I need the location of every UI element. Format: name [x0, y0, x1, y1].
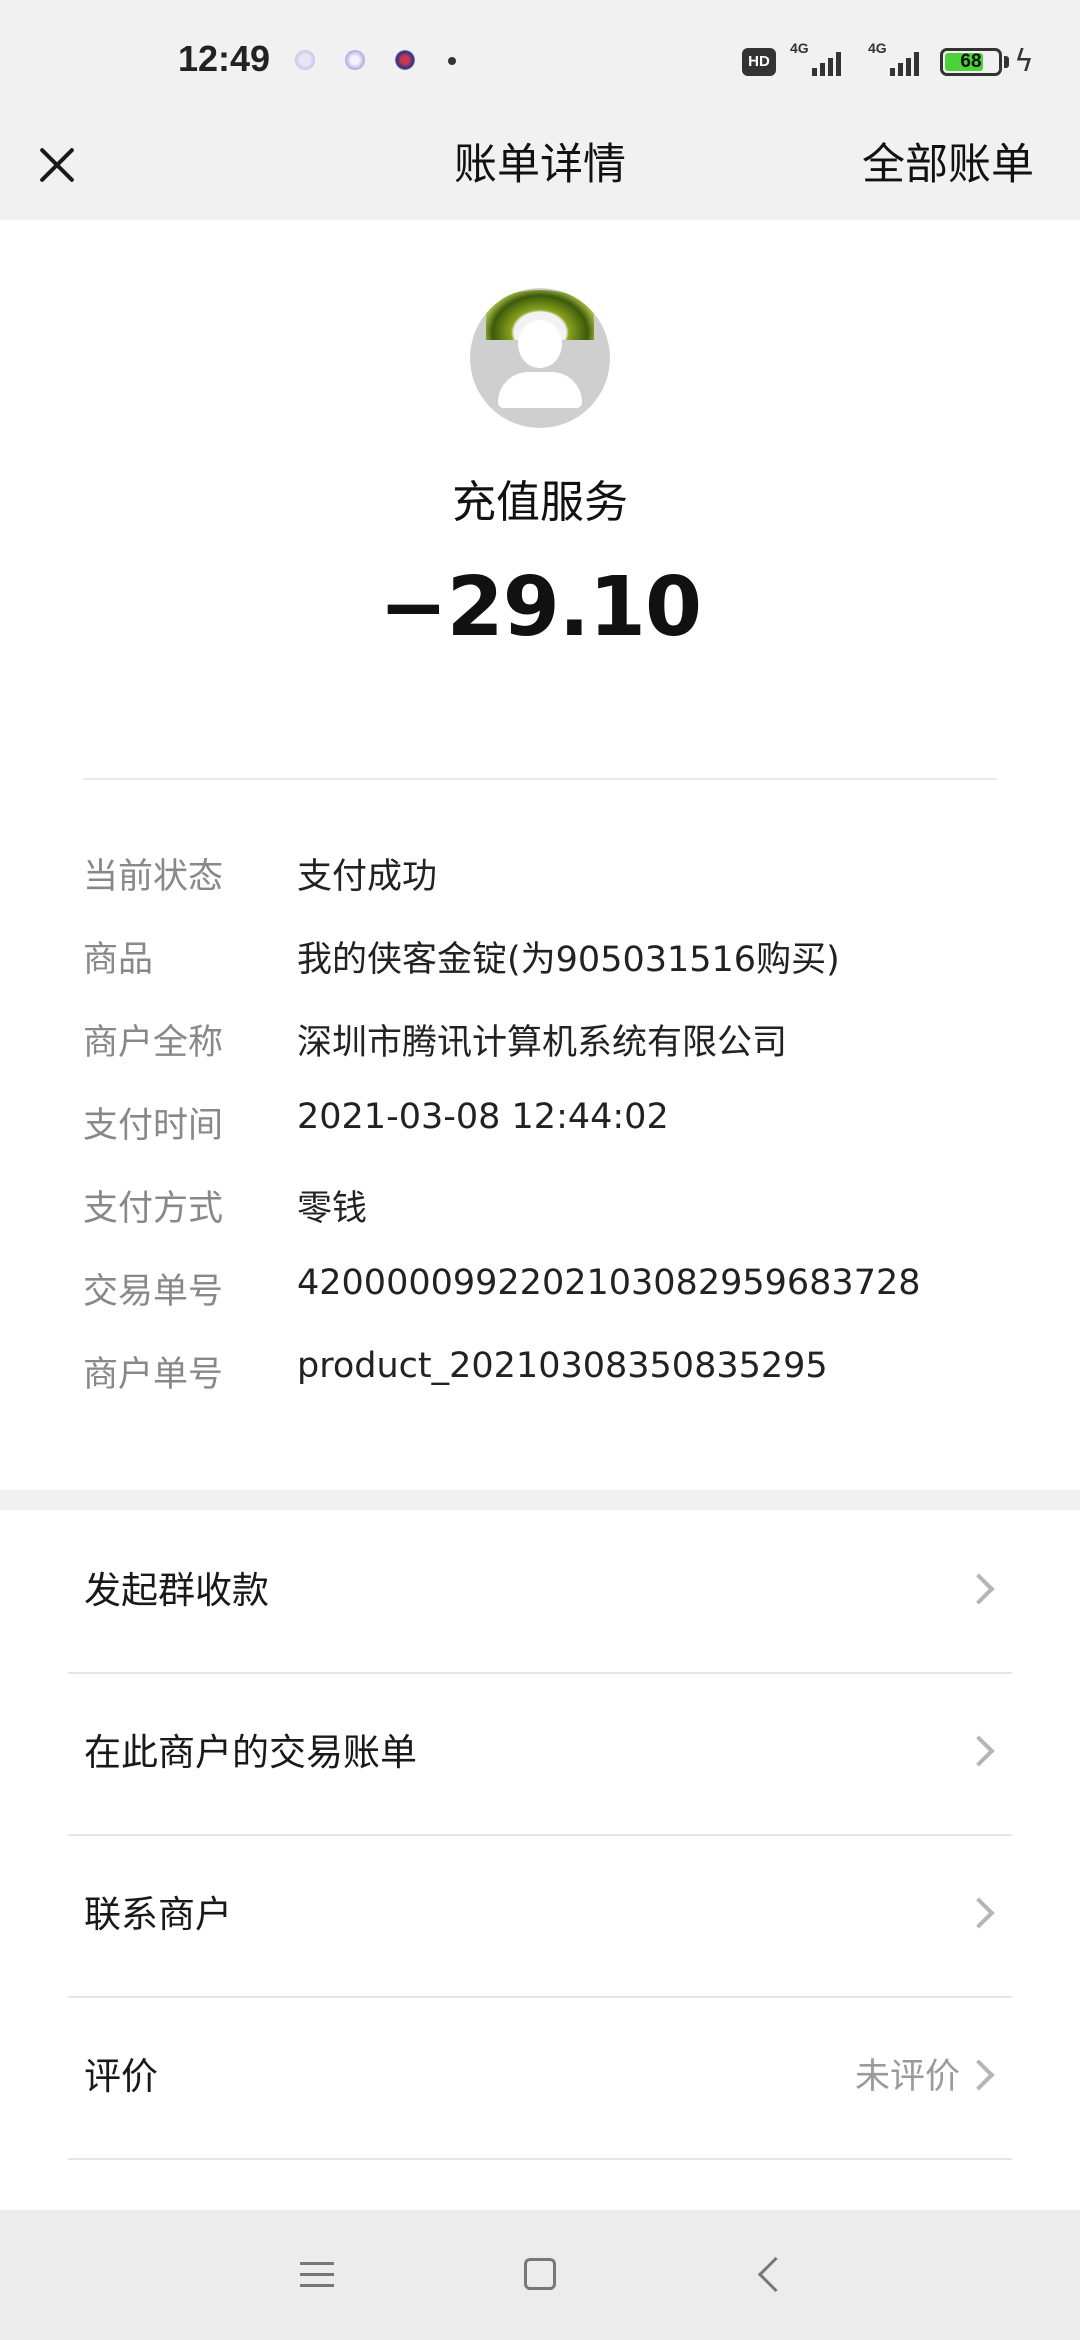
detail-row-transaction-id: 交易单号 4200000992202103082959683728: [83, 1263, 1043, 1323]
detail-row-merchant-order-id: 商户单号 product_20210308350835295: [83, 1346, 1043, 1406]
detail-value: 零钱: [297, 1189, 368, 1229]
nav-bar: 账单详情 全部账单: [0, 125, 1080, 220]
back-icon[interactable]: [757, 2256, 794, 2293]
detail-value: 2021-03-08 12:44:02: [297, 1097, 669, 1137]
merchant-bills-button[interactable]: 在此商户的交易账单: [68, 1672, 1012, 1836]
system-nav-bar: [0, 2210, 1080, 2340]
chevron-right-icon: [963, 1735, 995, 1767]
detail-value[interactable]: product_20210308350835295: [297, 1346, 828, 1386]
detail-label: 支付时间: [83, 1106, 224, 1146]
chevron-right-icon: [963, 1897, 995, 1929]
detail-row-product: 商品 我的侠客金锭(为905031516购买): [83, 931, 1043, 991]
detail-row-merchant-fullname: 商户全称 深圳市腾讯计算机系统有限公司: [83, 1014, 1043, 1074]
detail-label: 交易单号: [83, 1272, 224, 1312]
action-label: 在此商户的交易账单: [84, 1731, 417, 1774]
chevron-right-icon: [963, 1573, 995, 1605]
merchant-avatar: [470, 288, 610, 428]
chevron-right-icon: [963, 2059, 995, 2091]
notification-icon: [295, 50, 315, 70]
status-time: 12:49: [178, 38, 271, 79]
signal-icon: 4G: [868, 40, 924, 80]
contact-merchant-button[interactable]: 联系商户: [68, 1834, 1012, 1998]
all-bills-button[interactable]: 全部账单: [862, 130, 1034, 192]
detail-label: 商品: [83, 940, 154, 980]
divider: [83, 778, 997, 780]
detail-value[interactable]: 4200000992202103082959683728: [297, 1263, 921, 1303]
rating-status: 未评价: [854, 2057, 960, 2097]
signal-icon: 4G: [790, 40, 846, 80]
rate-button[interactable]: 评价 未评价: [68, 1996, 1012, 2160]
detail-value: 我的侠客金锭(为905031516购买): [297, 940, 840, 980]
network-type: 4G: [790, 40, 809, 56]
merchant-name: 充值服务: [452, 477, 628, 528]
charging-icon: ϟ: [1014, 44, 1034, 79]
battery-icon: 68: [940, 48, 1002, 76]
detail-value: 深圳市腾讯计算机系统有限公司: [297, 1023, 788, 1063]
detail-label: 商户单号: [83, 1355, 224, 1395]
status-bar: 12:49 HD 4G 4G 68 ϟ: [0, 0, 1080, 125]
detail-row-pay-method: 支付方式 零钱: [83, 1180, 1043, 1240]
actions-list: 发起群收款 在此商户的交易账单 联系商户 评价 未评价: [0, 1510, 1080, 2210]
bill-amount: −29.10: [378, 560, 702, 655]
detail-label: 商户全称: [83, 1023, 224, 1063]
notification-icon: [345, 50, 365, 70]
detail-value: 支付成功: [297, 857, 438, 897]
battery-level: 68: [960, 51, 982, 72]
more-notifications-dot: [448, 57, 456, 65]
network-type: 4G: [868, 40, 887, 56]
detail-label: 当前状态: [83, 857, 224, 897]
hd-badge: HD: [742, 48, 776, 76]
battery-cap: [1004, 56, 1009, 68]
action-label: 评价: [84, 2055, 158, 2098]
detail-row-pay-time: 支付时间 2021-03-08 12:44:02: [83, 1097, 1043, 1157]
action-label: 发起群收款: [84, 1569, 269, 1612]
detail-label: 支付方式: [83, 1189, 224, 1229]
detail-row-status: 当前状态 支付成功: [83, 848, 1043, 908]
bill-detail-card: 充值服务 −29.10 当前状态 支付成功 商品 我的侠客金锭(为9050315…: [0, 220, 1080, 1490]
notification-icon: [395, 50, 415, 70]
menu-icon[interactable]: [300, 2260, 334, 2290]
action-label: 联系商户: [84, 1893, 232, 1936]
home-icon[interactable]: [524, 2258, 556, 2290]
group-collect-button[interactable]: 发起群收款: [68, 1510, 1012, 1674]
